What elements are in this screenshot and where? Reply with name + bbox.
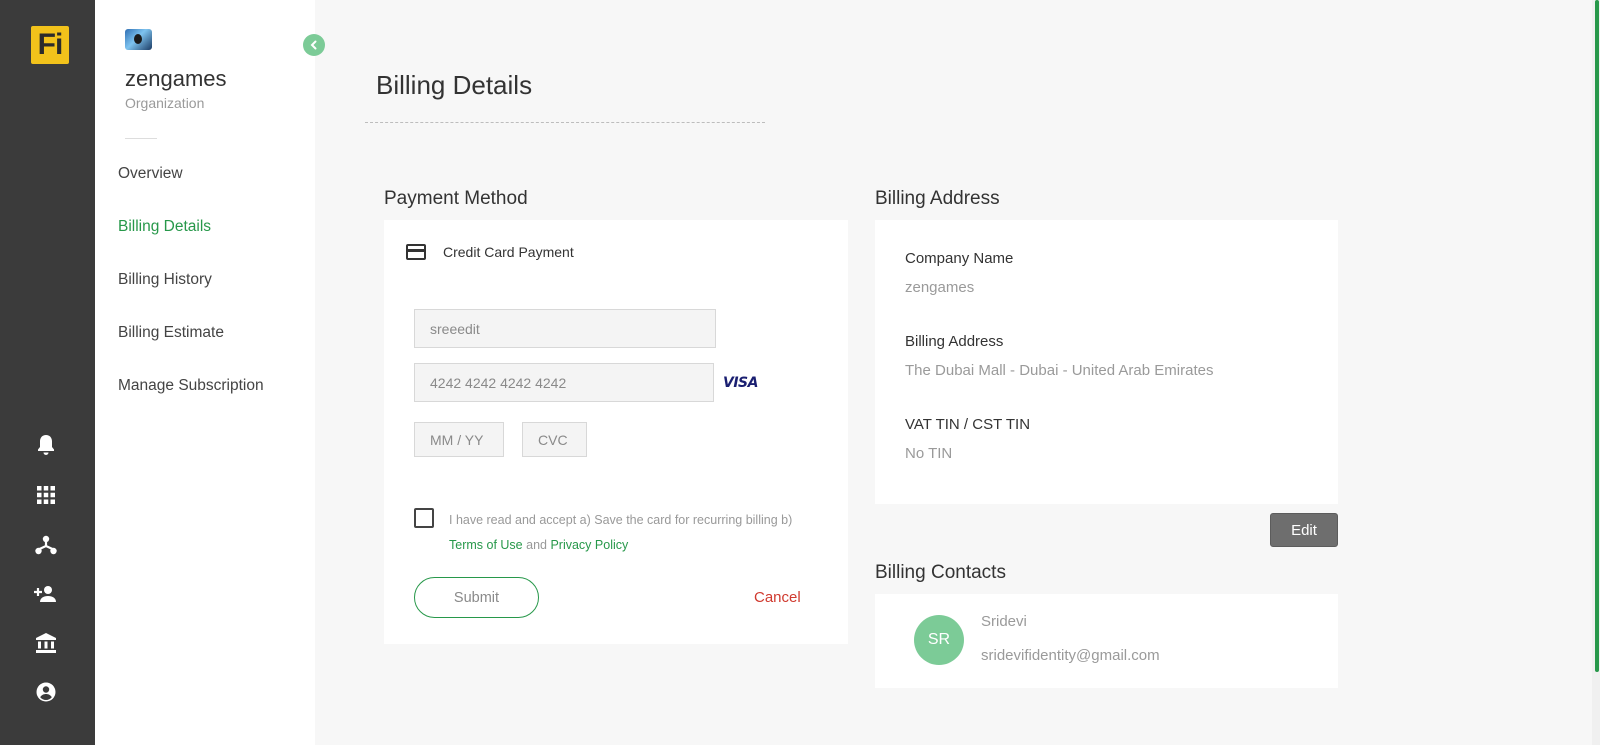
cancel-link[interactable]: Cancel: [754, 589, 801, 606]
page-title: Billing Details: [376, 70, 533, 100]
app-logo[interactable]: Fi: [31, 26, 69, 64]
company-name-label: Company Name: [905, 250, 1014, 267]
sidebar-item-manage-subscription[interactable]: Manage Subscription: [118, 377, 264, 395]
payment-method-card: Credit Card Payment sreeedit 4242 4242 4…: [384, 220, 848, 644]
accept-terms-checkbox[interactable]: [414, 508, 434, 528]
bank-icon[interactable]: [34, 631, 58, 655]
terms-of-use-link[interactable]: Terms of Use: [449, 538, 523, 552]
billing-address-label: Billing Address: [905, 333, 1004, 350]
visa-logo-icon: VISA: [723, 375, 758, 391]
chevron-left-icon: [310, 40, 317, 50]
icon-rail: Fi: [0, 0, 95, 745]
billing-address-value: The Dubai Mall - Dubai - United Arab Emi…: [905, 362, 1214, 379]
billing-address-card: Company Name zengames Billing Address Th…: [875, 220, 1338, 504]
org-name: zengames: [125, 66, 227, 91]
scrollbar-thumb[interactable]: [1595, 0, 1599, 672]
billing-contact-card: SR Sridevi sridevifidentity@gmail.com: [875, 594, 1338, 688]
edit-address-button[interactable]: Edit: [1270, 513, 1338, 547]
account-icon[interactable]: [34, 680, 58, 704]
hierarchy-icon[interactable]: [34, 533, 58, 557]
tin-value: No TIN: [905, 445, 953, 462]
bell-icon[interactable]: [34, 433, 58, 457]
sidebar-divider: [125, 138, 157, 139]
add-user-icon[interactable]: [34, 582, 58, 606]
submit-button[interactable]: Submit: [414, 577, 539, 618]
credit-card-payment-label: Credit Card Payment: [443, 244, 574, 260]
card-number-input[interactable]: 4242 4242 4242 4242: [414, 363, 714, 402]
cvc-input[interactable]: CVC: [522, 422, 587, 457]
apps-grid-icon[interactable]: [34, 483, 58, 507]
terms-and: and: [522, 538, 551, 552]
title-divider: [365, 122, 765, 123]
cardholder-name-input[interactable]: sreeedit: [414, 309, 716, 348]
credit-card-payment-option[interactable]: Credit Card Payment: [406, 244, 574, 260]
contact-avatar: SR: [914, 615, 964, 665]
billing-address-title: Billing Address: [875, 188, 1000, 209]
contact-email: sridevifidentity@gmail.com: [981, 647, 1160, 664]
org-avatar: [125, 29, 152, 50]
sidebar-item-billing-estimate[interactable]: Billing Estimate: [118, 324, 224, 342]
company-name-value: zengames: [905, 279, 975, 296]
expiry-input[interactable]: MM / YY: [414, 422, 504, 457]
scrollbar[interactable]: [1592, 0, 1600, 745]
tin-label: VAT TIN / CST TIN: [905, 416, 1031, 433]
terms-prefix: I have read and accept a) Save the card …: [449, 513, 793, 527]
sidebar-item-overview[interactable]: Overview: [118, 165, 183, 183]
privacy-policy-link[interactable]: Privacy Policy: [550, 538, 628, 552]
terms-text: I have read and accept a) Save the card …: [449, 508, 819, 558]
credit-card-icon: [406, 244, 426, 260]
sidebar-item-billing-details[interactable]: Billing Details: [118, 218, 211, 236]
contact-name: Sridevi: [981, 613, 1027, 630]
billing-contacts-title: Billing Contacts: [875, 562, 1006, 583]
org-type: Organization: [125, 95, 205, 111]
collapse-sidebar-button[interactable]: [303, 34, 325, 56]
sidebar-item-billing-history[interactable]: Billing History: [118, 271, 212, 289]
settings-sidebar: [95, 0, 315, 745]
payment-method-title: Payment Method: [384, 188, 528, 209]
